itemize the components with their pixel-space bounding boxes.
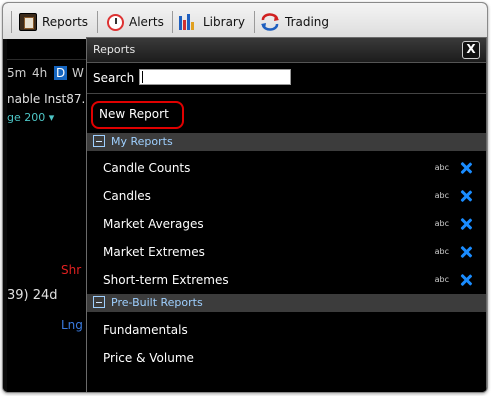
timeframe-5m[interactable]: 5m bbox=[7, 66, 26, 80]
text-cursor bbox=[142, 71, 143, 83]
close-button[interactable]: X bbox=[462, 41, 480, 59]
report-item-short-term-extremes[interactable]: Short-term Extremes bbox=[103, 270, 229, 290]
report-item-candle-counts[interactable]: Candle Counts bbox=[103, 158, 190, 178]
toolbar-separator bbox=[97, 11, 98, 33]
trading-menu[interactable]: Trading bbox=[260, 12, 329, 32]
rename-icon[interactable]: abc bbox=[435, 242, 449, 262]
reports-menu[interactable]: Reports bbox=[19, 12, 88, 32]
delete-icon[interactable] bbox=[460, 162, 472, 174]
new-report-button[interactable]: New Report bbox=[91, 101, 184, 129]
toolbar-separator bbox=[172, 11, 173, 33]
toolbar-separator bbox=[254, 11, 255, 33]
library-label: Library bbox=[203, 15, 245, 29]
report-item-candles[interactable]: Candles bbox=[103, 186, 151, 206]
short-label: Shr bbox=[61, 263, 82, 277]
prebuilt-reports-title: Pre-Built Reports bbox=[111, 296, 203, 309]
search-row: Search bbox=[87, 63, 486, 94]
report-item-price-volume[interactable]: Price & Volume bbox=[103, 348, 194, 368]
main-toolbar: Reports Alerts Library Trading bbox=[3, 3, 487, 40]
app-window: Reports Alerts Library Trading 5m 4h D W… bbox=[2, 2, 488, 393]
timeframe-daily[interactable]: D bbox=[54, 66, 68, 80]
rename-icon[interactable]: abc bbox=[435, 270, 449, 290]
my-reports-title: My Reports bbox=[111, 135, 173, 148]
my-reports-header[interactable]: My Reports bbox=[87, 133, 486, 151]
divider bbox=[7, 59, 87, 60]
delete-icon[interactable] bbox=[460, 190, 472, 202]
report-item-market-averages[interactable]: Market Averages bbox=[103, 214, 204, 234]
rename-icon[interactable]: abc bbox=[435, 186, 449, 206]
chart-header-text: nable Inst87. bbox=[7, 92, 86, 106]
search-input[interactable] bbox=[139, 69, 291, 85]
reports-label: Reports bbox=[42, 15, 89, 29]
report-item-market-extremes[interactable]: Market Extremes bbox=[103, 242, 205, 262]
long-label: Lng bbox=[61, 318, 83, 332]
rename-icon[interactable]: abc bbox=[435, 158, 449, 178]
rename-icon[interactable]: abc bbox=[435, 214, 449, 234]
delete-icon[interactable] bbox=[460, 274, 472, 286]
bar-chart-icon bbox=[178, 13, 198, 31]
dialog-titlebar: Reports X bbox=[87, 38, 486, 63]
reports-icon bbox=[19, 13, 37, 31]
collapse-icon[interactable] bbox=[93, 135, 105, 147]
delete-icon[interactable] bbox=[460, 218, 472, 230]
collapse-icon[interactable] bbox=[93, 296, 105, 308]
alerts-label: Alerts bbox=[129, 15, 164, 29]
search-label: Search bbox=[93, 71, 135, 85]
prebuilt-reports-header[interactable]: Pre-Built Reports bbox=[87, 294, 486, 312]
trading-label: Trading bbox=[285, 15, 330, 29]
library-menu[interactable]: Library bbox=[178, 12, 245, 32]
alerts-menu[interactable]: Alerts bbox=[107, 12, 164, 32]
exchange-arrows-icon bbox=[260, 13, 280, 31]
timeframe-4h[interactable]: 4h bbox=[32, 66, 47, 80]
indicator-label[interactable]: ge 200 ▾ bbox=[7, 111, 54, 124]
dialog-title: Reports bbox=[93, 43, 136, 56]
count-label: 39) 24d bbox=[7, 288, 58, 303]
alarm-clock-icon bbox=[107, 13, 124, 31]
timeframe-weekly[interactable]: W bbox=[72, 66, 84, 80]
report-item-fundamentals[interactable]: Fundamentals bbox=[103, 320, 188, 340]
delete-icon[interactable] bbox=[460, 246, 472, 258]
toolbar-separator bbox=[11, 11, 12, 33]
reports-dialog: Reports X Search New Report My Reports C… bbox=[86, 37, 487, 392]
